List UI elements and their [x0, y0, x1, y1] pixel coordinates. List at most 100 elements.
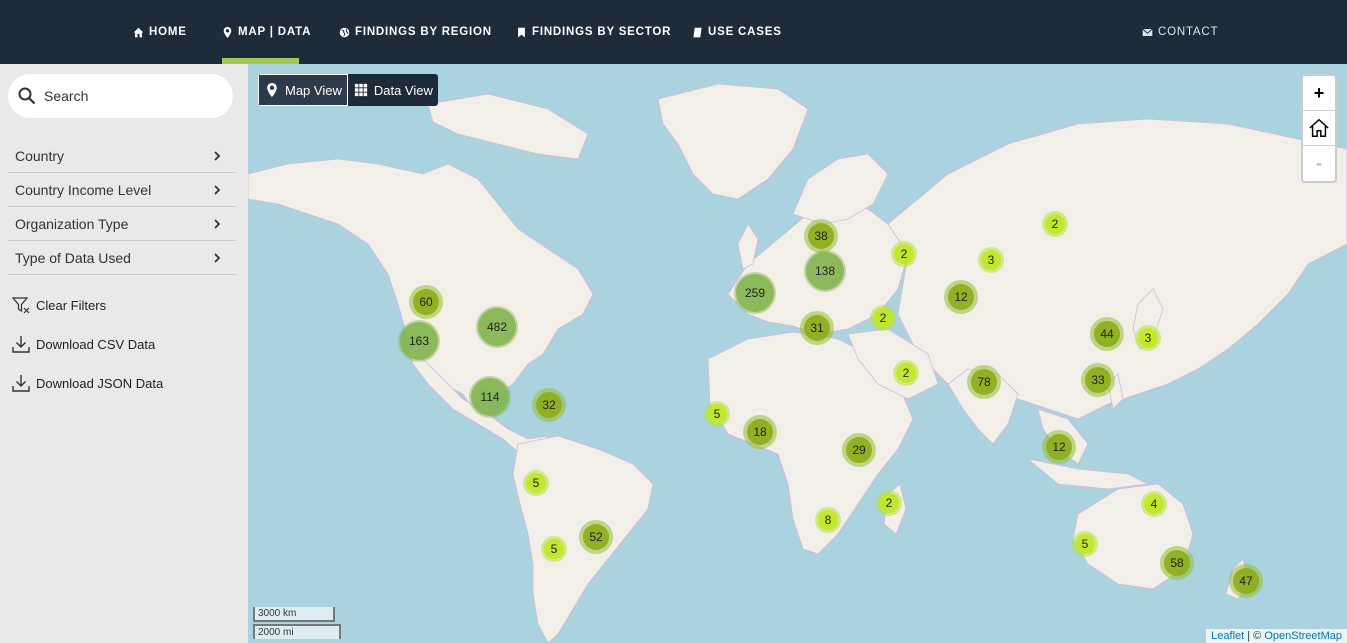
nav-home-label: HOME: [149, 26, 187, 38]
leaflet-link[interactable]: Leaflet: [1211, 630, 1244, 642]
cluster-count: 38: [808, 223, 834, 249]
marker-cluster[interactable]: 32: [532, 388, 566, 422]
cluster-count: 33: [1085, 367, 1111, 393]
map-view-button[interactable]: Map View: [258, 74, 348, 106]
marker-cluster[interactable]: 163: [398, 320, 440, 362]
cluster-count: 32: [536, 392, 562, 418]
cluster-count: 12: [948, 284, 974, 310]
filter-country-income-level[interactable]: Country Income Level: [8, 173, 236, 207]
clear-filters-button[interactable]: Clear Filters: [12, 296, 106, 314]
cluster-count: 47: [1233, 568, 1259, 594]
marker-cluster[interactable]: 58: [1160, 546, 1194, 580]
zoom-out-button[interactable]: -: [1303, 146, 1335, 181]
marker-cluster[interactable]: 4: [1141, 491, 1167, 517]
marker-cluster[interactable]: 2: [1042, 211, 1068, 237]
marker-cluster[interactable]: 38: [804, 219, 838, 253]
zoom-in-button[interactable]: +: [1303, 76, 1335, 111]
cluster-count: 12: [1046, 434, 1072, 460]
download-csv-button[interactable]: Download CSV Data: [12, 335, 155, 353]
filter-organization-type-label: Organization Type: [15, 215, 129, 232]
marker-cluster[interactable]: 31: [800, 311, 834, 345]
nav-contact-label: CONTACT: [1158, 26, 1219, 38]
globe-icon: [339, 27, 350, 37]
marker-cluster[interactable]: 2: [893, 360, 919, 386]
filter-sidebar: Country Country Income Level Organizatio…: [0, 64, 248, 643]
marker-cluster[interactable]: 3: [978, 247, 1004, 273]
marker-cluster[interactable]: 2: [891, 241, 917, 267]
map-pin-icon: [223, 26, 232, 38]
scale-mi: 2000 mi: [253, 624, 341, 639]
marker-cluster[interactable]: 12: [1042, 430, 1076, 464]
cluster-count: 52: [583, 524, 609, 550]
envelope-icon: [1142, 28, 1153, 36]
data-view-button[interactable]: Data View: [347, 74, 438, 106]
map-pin-icon: [267, 83, 277, 97]
cluster-count: 4: [1144, 494, 1164, 514]
book-icon: [693, 27, 702, 37]
nav-use-cases[interactable]: USE CASES: [692, 0, 782, 64]
cluster-count: 18: [747, 419, 773, 445]
osm-link[interactable]: OpenStreetMap: [1264, 630, 1342, 642]
marker-cluster[interactable]: 78: [967, 365, 1001, 399]
search-input[interactable]: [44, 88, 214, 104]
chevron-right-icon: [214, 150, 221, 161]
nav-findings-by-sector-label: FINDINGS BY SECTOR: [532, 26, 672, 38]
marker-cluster[interactable]: 3: [1135, 325, 1161, 351]
nav-use-cases-label: USE CASES: [708, 26, 782, 38]
home-icon: [133, 27, 144, 37]
grid-icon: [354, 83, 367, 97]
cluster-count: 114: [471, 378, 509, 416]
marker-cluster[interactable]: 33: [1081, 363, 1115, 397]
cluster-count: 58: [1164, 550, 1190, 576]
download-json-label: Download JSON Data: [36, 375, 164, 391]
download-icon: [12, 336, 30, 353]
marker-cluster[interactable]: 47: [1229, 564, 1263, 598]
marker-cluster[interactable]: 259: [734, 272, 776, 314]
attribution-separator: | ©: [1244, 630, 1265, 642]
marker-cluster[interactable]: 5: [523, 470, 549, 496]
filter-country-income-level-label: Country Income Level: [15, 181, 152, 198]
filter-organization-type[interactable]: Organization Type: [8, 207, 236, 241]
marker-cluster[interactable]: 5: [704, 401, 730, 427]
marker-cluster[interactable]: 12: [944, 280, 978, 314]
cluster-count: 163: [400, 322, 438, 360]
cluster-count: 8: [818, 510, 838, 530]
nav-findings-by-region-label: FINDINGS BY REGION: [355, 26, 492, 38]
filter-country[interactable]: Country: [8, 139, 236, 173]
marker-cluster[interactable]: 44: [1090, 317, 1124, 351]
marker-cluster[interactable]: 18: [743, 415, 777, 449]
nav-map-data[interactable]: MAP | DATA: [222, 0, 311, 64]
marker-cluster[interactable]: 138: [804, 250, 846, 292]
scale-km: 3000 km: [253, 607, 335, 622]
marker-cluster[interactable]: 29: [842, 433, 876, 467]
marker-cluster[interactable]: 2: [870, 305, 896, 331]
marker-cluster[interactable]: 5: [541, 536, 567, 562]
cluster-count: 2: [896, 363, 916, 383]
download-json-button[interactable]: Download JSON Data: [12, 374, 163, 392]
bookmark-icon: [518, 27, 525, 37]
nav-map-data-label: MAP | DATA: [238, 26, 312, 38]
cluster-count: 31: [804, 315, 830, 341]
home-outline-icon: [1309, 118, 1329, 137]
view-toggle: Map View Data View: [258, 74, 438, 106]
cluster-count: 44: [1094, 321, 1120, 347]
cluster-count: 5: [707, 404, 727, 424]
filter-country-label: Country: [15, 147, 65, 164]
filter-type-of-data-used[interactable]: Type of Data Used: [8, 241, 236, 275]
nav-findings-by-region[interactable]: FINDINGS BY REGION: [339, 0, 492, 64]
world-map[interactable]: Map View Data View + - 60 482 163 114 32…: [248, 64, 1347, 643]
nav-findings-by-sector[interactable]: FINDINGS BY SECTOR: [516, 0, 671, 64]
map-view-label: Map View: [285, 82, 342, 98]
nav-home[interactable]: HOME: [133, 0, 187, 64]
marker-cluster[interactable]: 114: [469, 376, 511, 418]
marker-cluster[interactable]: 5: [1072, 531, 1098, 557]
marker-cluster[interactable]: 482: [476, 306, 518, 348]
home-extent-button[interactable]: [1303, 111, 1335, 146]
marker-cluster[interactable]: 2: [876, 490, 902, 516]
marker-cluster[interactable]: 52: [579, 520, 613, 554]
nav-contact[interactable]: CONTACT: [1142, 0, 1218, 64]
download-icon: [12, 375, 30, 392]
marker-cluster[interactable]: 8: [815, 507, 841, 533]
marker-cluster[interactable]: 60: [409, 285, 443, 319]
cluster-count: 2: [879, 493, 899, 513]
